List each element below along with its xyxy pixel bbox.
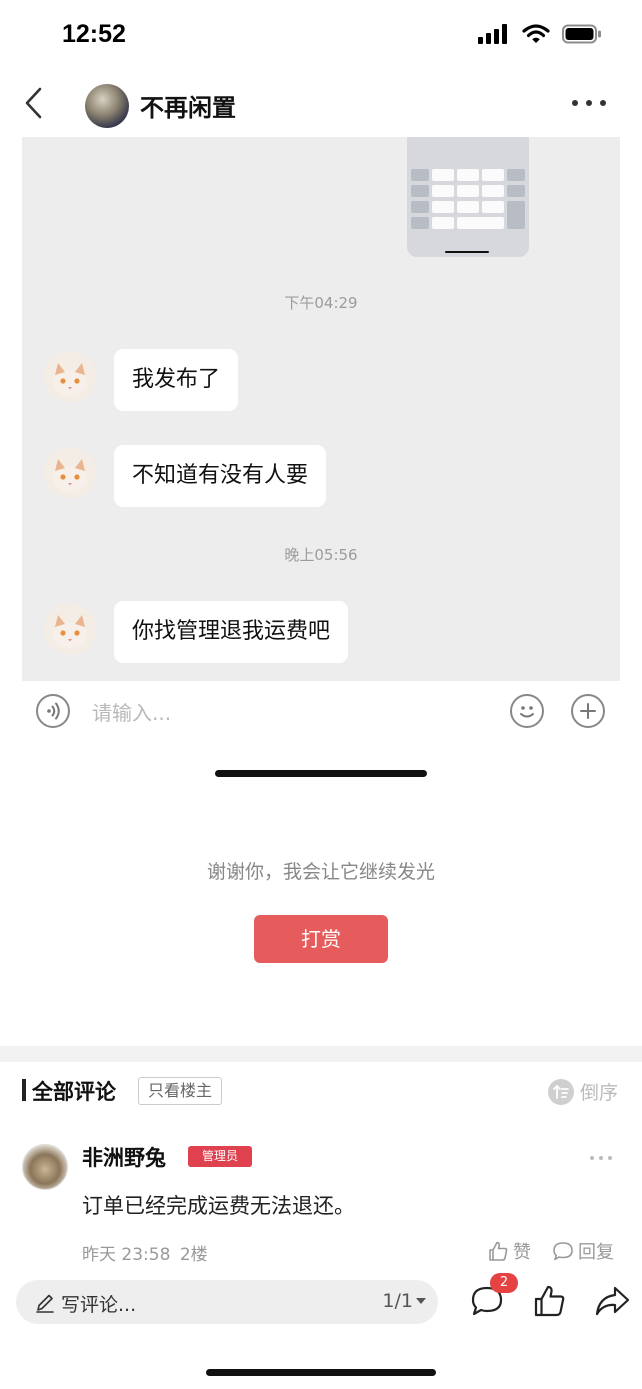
share-icon[interactable] bbox=[594, 1285, 630, 1317]
commenter-avatar[interactable] bbox=[22, 1144, 68, 1190]
comments-title: 全部评论 bbox=[32, 1080, 116, 1104]
status-bar: 12:52 bbox=[0, 0, 642, 72]
like-label: 赞 bbox=[513, 1242, 531, 1263]
wifi-icon bbox=[522, 24, 550, 43]
chevron-down-icon bbox=[416, 1298, 426, 1304]
page-indicator: 1/1 bbox=[382, 1290, 413, 1312]
message-row: 你找管理退我运费吧 bbox=[44, 601, 349, 663]
nav-bar: 不再闲置 bbox=[0, 72, 642, 136]
home-indicator bbox=[206, 1369, 436, 1376]
more-icon[interactable] bbox=[572, 96, 606, 110]
chat-timestamp: 晚上05:56 bbox=[284, 546, 358, 564]
sort-toggle[interactable]: 倒序 bbox=[547, 1078, 618, 1105]
sort-label: 倒序 bbox=[579, 1082, 618, 1104]
screenshot-home-indicator bbox=[215, 770, 427, 777]
comment-more-icon[interactable] bbox=[590, 1156, 612, 1160]
reward-button[interactable]: 打赏 bbox=[254, 915, 388, 963]
message-row: 我发布了 bbox=[44, 349, 239, 411]
reply-label: 回复 bbox=[578, 1242, 614, 1263]
comment-like-button[interactable]: 赞 bbox=[487, 1238, 531, 1264]
thumbs-up-icon bbox=[489, 1241, 508, 1261]
voice-icon[interactable] bbox=[36, 694, 70, 728]
plus-icon[interactable] bbox=[571, 694, 605, 728]
message-bubble[interactable]: 你找管理退我运费吧 bbox=[114, 601, 349, 663]
emoji-icon[interactable] bbox=[510, 694, 544, 728]
reply-bubble-icon bbox=[553, 1242, 573, 1261]
comment-reply-button[interactable]: 回复 bbox=[552, 1238, 614, 1264]
cat-avatar[interactable] bbox=[44, 351, 96, 403]
comment-meta: 昨天 23:58 2楼 bbox=[82, 1240, 208, 1265]
message-bubble[interactable]: 我发布了 bbox=[114, 349, 239, 411]
chat-screenshot: 下午04:29 我发布了 不知道有没有人要 晚上05:56 你找管理退我运费吧 bbox=[22, 137, 620, 681]
keyboard-thumbnail bbox=[407, 137, 529, 257]
comment-text: 订单已经完成运费无法退还。 bbox=[82, 1194, 355, 1218]
thumbs-up-icon[interactable] bbox=[533, 1284, 567, 1318]
commenter-name[interactable]: 非洲野兔 bbox=[82, 1142, 166, 1172]
pen-icon bbox=[36, 1294, 54, 1313]
cat-avatar[interactable] bbox=[44, 603, 96, 655]
message-row: 不知道有没有人要 bbox=[44, 445, 327, 507]
chat-timestamp: 下午04:29 bbox=[284, 294, 358, 312]
only-author-filter[interactable]: 只看楼主 bbox=[138, 1077, 223, 1105]
comment-time: 昨天 23:58 bbox=[82, 1245, 171, 1265]
status-time: 12:52 bbox=[62, 20, 126, 48]
write-comment-label: 写评论... bbox=[61, 1294, 137, 1316]
cat-avatar[interactable] bbox=[44, 447, 96, 499]
battery-icon bbox=[562, 24, 601, 44]
section-divider bbox=[0, 1046, 642, 1062]
back-icon[interactable] bbox=[22, 86, 46, 120]
role-badge: 管理员 bbox=[188, 1146, 253, 1167]
cellular-signal-icon bbox=[478, 24, 507, 44]
avatar[interactable] bbox=[85, 84, 129, 128]
comment-floor: 2楼 bbox=[179, 1245, 208, 1265]
sort-icon bbox=[547, 1078, 574, 1105]
chat-input-bar: 请输入... bbox=[22, 681, 620, 743]
reward-text: 谢谢你，我会让它继续发光 bbox=[206, 861, 435, 883]
page-selector[interactable]: 1/1 bbox=[382, 1290, 426, 1312]
write-comment-input[interactable]: 写评论... 1/1 bbox=[16, 1280, 438, 1324]
message-bubble[interactable]: 不知道有没有人要 bbox=[114, 445, 327, 507]
page-title: 不再闲置 bbox=[140, 94, 236, 122]
chat-input[interactable]: 请输入... bbox=[92, 697, 171, 726]
comment-count-badge: 2 bbox=[490, 1273, 518, 1293]
comments-header: 全部评论 只看楼主 倒序 bbox=[0, 1070, 642, 1114]
